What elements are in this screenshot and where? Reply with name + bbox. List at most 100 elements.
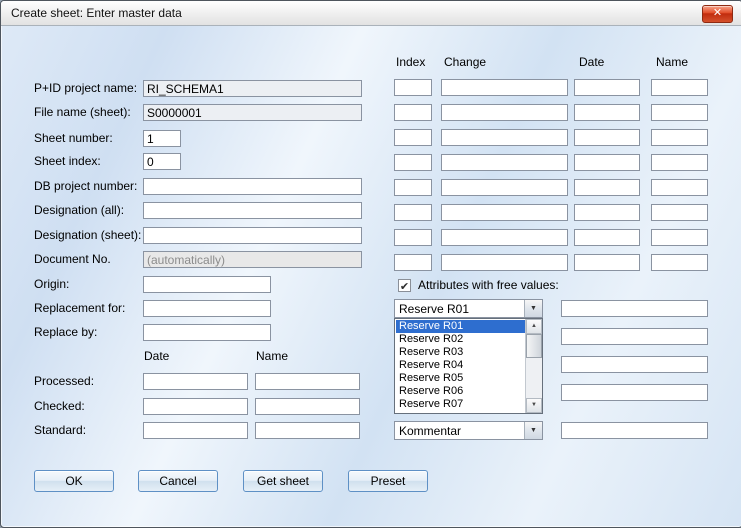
- free-value-input-2[interactable]: [561, 328, 708, 345]
- revision-index-input-8[interactable]: [394, 254, 432, 271]
- attribute-dropdown-list: Reserve R01 Reserve R02 Reserve R03 Rese…: [394, 318, 543, 414]
- dropdown-item[interactable]: Reserve R02: [396, 333, 525, 346]
- replace-by-label: Replace by:: [34, 324, 97, 341]
- free-value-input-1[interactable]: [561, 300, 708, 317]
- revision-index-input-5[interactable]: [394, 179, 432, 196]
- preset-button[interactable]: Preset: [348, 470, 428, 492]
- revision-name-input-7[interactable]: [651, 229, 708, 246]
- revision-date-input-3[interactable]: [574, 129, 640, 146]
- attribute-combo-2-value: Kommentar: [399, 424, 461, 438]
- attributes-free-values-checkbox[interactable]: ✔: [398, 279, 411, 292]
- revision-date-header: Date: [579, 55, 604, 70]
- revision-name-header: Name: [656, 55, 688, 70]
- revision-change-header: Change: [444, 55, 486, 70]
- revision-change-input-6[interactable]: [441, 204, 568, 221]
- processed-name-input[interactable]: [255, 373, 360, 390]
- revision-change-input-8[interactable]: [441, 254, 568, 271]
- checked-name-input[interactable]: [255, 398, 360, 415]
- file-name-input[interactable]: [143, 104, 362, 121]
- revision-date-input-4[interactable]: [574, 154, 640, 171]
- revision-change-input-7[interactable]: [441, 229, 568, 246]
- create-sheet-dialog: Create sheet: Enter master data ✕ P+ID p…: [0, 0, 741, 528]
- sheet-index-input[interactable]: [143, 153, 181, 170]
- standard-date-input[interactable]: [143, 422, 248, 439]
- close-icon: ✕: [713, 7, 722, 19]
- revision-index-header: Index: [396, 55, 425, 70]
- revision-date-input-1[interactable]: [574, 79, 640, 96]
- revision-name-input-3[interactable]: [651, 129, 708, 146]
- free-value-input-5[interactable]: [561, 422, 708, 439]
- revision-name-input-4[interactable]: [651, 154, 708, 171]
- scroll-down-button[interactable]: ▼: [526, 398, 542, 413]
- designation-sheet-input[interactable]: [143, 227, 362, 244]
- revision-name-input-2[interactable]: [651, 104, 708, 121]
- pid-project-name-label: P+ID project name:: [34, 80, 137, 97]
- revision-index-input-7[interactable]: [394, 229, 432, 246]
- checked-label: Checked:: [34, 398, 85, 415]
- origin-label: Origin:: [34, 276, 69, 293]
- designation-all-input[interactable]: [143, 202, 362, 219]
- revision-name-input-5[interactable]: [651, 179, 708, 196]
- revision-index-input-3[interactable]: [394, 129, 432, 146]
- free-value-input-4[interactable]: [561, 384, 708, 401]
- revision-index-input-2[interactable]: [394, 104, 432, 121]
- sheet-index-label: Sheet index:: [34, 153, 101, 170]
- checked-date-input[interactable]: [143, 398, 248, 415]
- revision-date-input-8[interactable]: [574, 254, 640, 271]
- document-no-input: [143, 251, 362, 268]
- dropdown-scrollbar[interactable]: ▲ ▼: [525, 319, 542, 413]
- replacement-for-label: Replacement for:: [34, 300, 125, 317]
- revision-date-input-5[interactable]: [574, 179, 640, 196]
- dropdown-item[interactable]: Reserve R05: [396, 372, 525, 385]
- scroll-thumb[interactable]: [526, 334, 542, 358]
- revision-index-input-6[interactable]: [394, 204, 432, 221]
- revision-change-input-5[interactable]: [441, 179, 568, 196]
- pid-project-name-input[interactable]: [143, 80, 362, 97]
- attribute-combo-1-value: Reserve R01: [399, 302, 469, 316]
- document-no-label: Document No.: [34, 251, 111, 268]
- revision-index-input-4[interactable]: [394, 154, 432, 171]
- get-sheet-button[interactable]: Get sheet: [243, 470, 323, 492]
- titlebar[interactable]: Create sheet: Enter master data ✕: [1, 1, 741, 26]
- processed-date-input[interactable]: [143, 373, 248, 390]
- revision-name-input-1[interactable]: [651, 79, 708, 96]
- revision-name-input-8[interactable]: [651, 254, 708, 271]
- origin-input[interactable]: [143, 276, 271, 293]
- free-value-input-3[interactable]: [561, 356, 708, 373]
- dropdown-items: Reserve R01 Reserve R02 Reserve R03 Rese…: [396, 320, 525, 412]
- dropdown-item[interactable]: Reserve R03: [396, 346, 525, 359]
- revision-index-input-1[interactable]: [394, 79, 432, 96]
- standard-label: Standard:: [34, 422, 86, 439]
- dropdown-item[interactable]: Reserve R07: [396, 398, 525, 411]
- db-project-number-input[interactable]: [143, 178, 362, 195]
- attribute-combo-2[interactable]: Kommentar ▼: [394, 421, 543, 440]
- window-title: Create sheet: Enter master data: [11, 6, 182, 20]
- revision-date-input-2[interactable]: [574, 104, 640, 121]
- revision-change-input-4[interactable]: [441, 154, 568, 171]
- attributes-free-values-label: Attributes with free values:: [418, 277, 559, 294]
- replace-by-input[interactable]: [143, 324, 271, 341]
- scroll-up-button[interactable]: ▲: [526, 319, 542, 334]
- standard-name-input[interactable]: [255, 422, 360, 439]
- chevron-down-icon[interactable]: ▼: [524, 300, 542, 317]
- signature-name-header: Name: [256, 349, 288, 364]
- dropdown-item[interactable]: Reserve R06: [396, 385, 525, 398]
- revision-date-input-6[interactable]: [574, 204, 640, 221]
- cancel-button[interactable]: Cancel: [138, 470, 218, 492]
- revision-change-input-1[interactable]: [441, 79, 568, 96]
- replacement-for-input[interactable]: [143, 300, 271, 317]
- revision-date-input-7[interactable]: [574, 229, 640, 246]
- dropdown-item-selected[interactable]: Reserve R01: [396, 320, 525, 333]
- revision-name-input-6[interactable]: [651, 204, 708, 221]
- dropdown-item[interactable]: Reserve R04: [396, 359, 525, 372]
- sheet-number-input[interactable]: [143, 130, 181, 147]
- revision-change-input-3[interactable]: [441, 129, 568, 146]
- file-name-label: File name (sheet):: [34, 104, 131, 121]
- ok-button[interactable]: OK: [34, 470, 114, 492]
- chevron-down-icon[interactable]: ▼: [524, 422, 542, 439]
- revision-change-input-2[interactable]: [441, 104, 568, 121]
- attribute-combo-1[interactable]: Reserve R01 ▼: [394, 299, 543, 318]
- checkmark-icon: ✔: [400, 281, 409, 293]
- close-button[interactable]: ✕: [702, 5, 733, 23]
- sheet-number-label: Sheet number:: [34, 130, 113, 147]
